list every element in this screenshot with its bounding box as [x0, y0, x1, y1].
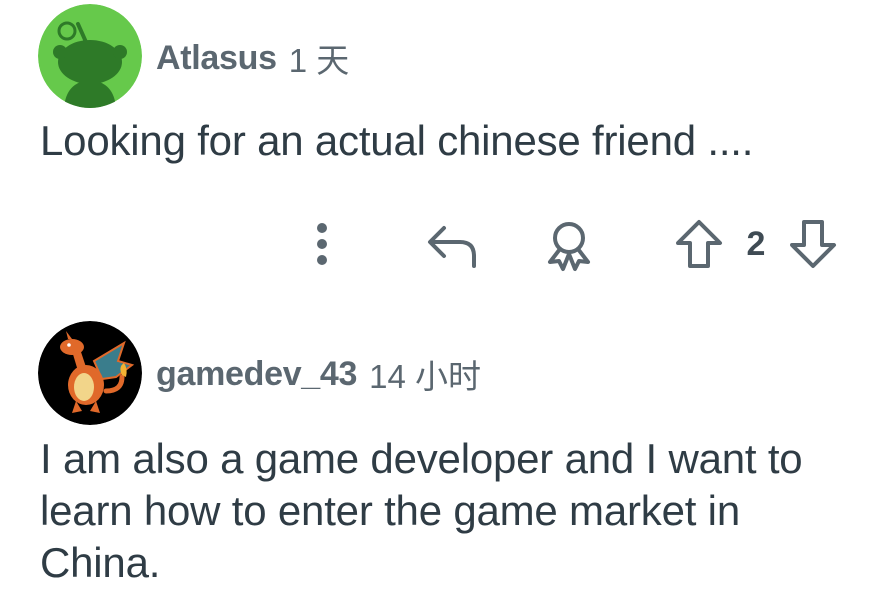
comment-body: I am also a game developer and I want to…: [40, 435, 803, 586]
upvote-arrow-icon: [676, 220, 722, 268]
user-avatar[interactable]: [38, 4, 142, 108]
award-button[interactable]: [540, 216, 598, 272]
award-icon: [548, 222, 590, 271]
timestamp: 1 天: [288, 42, 350, 79]
username[interactable]: Atlasus: [156, 39, 277, 78]
username[interactable]: gamedev_43: [156, 355, 357, 394]
upvote-button[interactable]: [672, 216, 726, 272]
charizard-avatar-icon: [38, 321, 142, 425]
more-options-button[interactable]: [305, 216, 339, 272]
comment-header: gamedev_43 14 小时: [156, 354, 481, 396]
downvote-arrow-icon: [790, 220, 836, 268]
downvote-button[interactable]: [786, 216, 840, 272]
reply-button[interactable]: [424, 218, 480, 270]
snoo-avatar-icon: [38, 4, 142, 108]
comment-header: Atlasus 1 天: [156, 38, 349, 80]
vote-score: 2: [746, 224, 766, 263]
user-avatar[interactable]: [38, 321, 142, 425]
comment-body: Looking for an actual chinese friend ...…: [40, 117, 754, 164]
comment: Atlasus 1 天 Looking for an actual chines…: [0, 0, 870, 300]
reply-icon: [428, 226, 476, 268]
comment: gamedev_43 14 小时 I am also a game develo…: [0, 318, 870, 610]
timestamp: 14 小时: [369, 358, 482, 395]
comment-actions: 2: [0, 214, 870, 274]
more-options-icon: [317, 223, 327, 265]
